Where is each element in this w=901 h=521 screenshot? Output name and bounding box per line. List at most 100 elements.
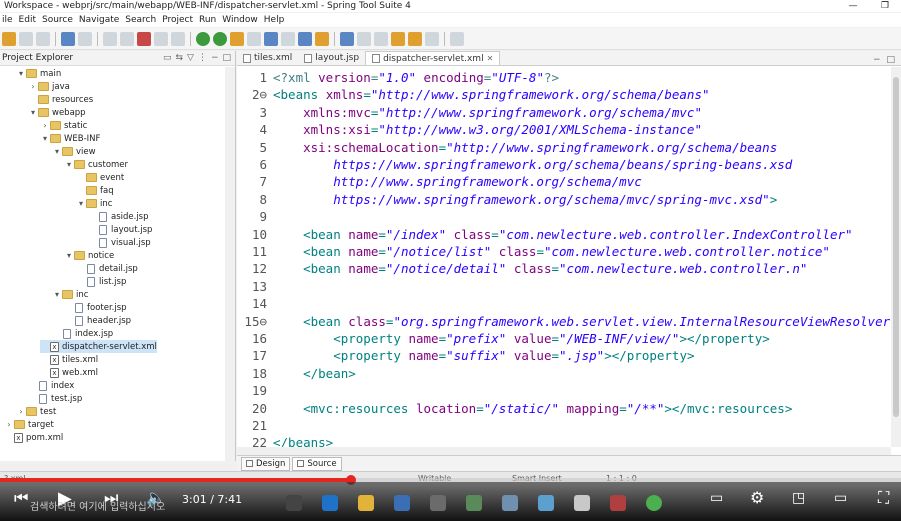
tree-item[interactable]: header.jsp: [64, 314, 131, 327]
tree-item[interactable]: › java: [28, 80, 69, 93]
taskbar-app-icon[interactable]: [502, 495, 518, 511]
globe-icon[interactable]: [340, 31, 354, 46]
run-icon[interactable]: [213, 31, 227, 46]
tree-item[interactable]: ▾ inc: [52, 288, 88, 301]
tree-item[interactable]: resources: [28, 93, 93, 106]
tree-item[interactable]: ▾ view: [52, 145, 96, 158]
explorer-vertical-scrollbar[interactable]: [225, 67, 235, 461]
fullscreen-icon[interactable]: ⛶: [878, 488, 889, 508]
code-line[interactable]: <bean class="org.springframework.web.ser…: [273, 313, 891, 330]
tree-item[interactable]: layout.jsp: [88, 223, 152, 236]
theater-mode-icon[interactable]: ▭: [834, 490, 847, 506]
menu-source[interactable]: Source: [42, 15, 79, 25]
spring-tool-suite-icon[interactable]: [646, 495, 662, 511]
expanded-arrow-icon[interactable]: ▾: [40, 134, 50, 143]
taskbar-app-icon[interactable]: [430, 495, 446, 511]
file-explorer-icon[interactable]: [358, 495, 374, 511]
tree-item[interactable]: x web.xml: [40, 366, 98, 379]
settings-gear-icon[interactable]: ⚙: [750, 488, 764, 507]
tree-item[interactable]: detail.jsp: [76, 262, 138, 275]
subtitles-icon[interactable]: ▭: [710, 490, 723, 506]
collapsed-arrow-icon[interactable]: ›: [40, 121, 50, 130]
tab-design[interactable]: Design: [241, 456, 291, 471]
new-icon[interactable]: [2, 31, 16, 46]
open-perspective-icon[interactable]: [450, 31, 464, 46]
store-icon[interactable]: [394, 495, 410, 511]
taskbar-app-icon[interactable]: [538, 495, 554, 511]
expanded-arrow-icon[interactable]: ▾: [28, 108, 38, 117]
tree-item[interactable]: ▾ inc: [76, 197, 112, 210]
tree-item[interactable]: ▾ customer: [64, 158, 128, 171]
tree-item[interactable]: index.jsp: [52, 327, 113, 340]
new-class-icon[interactable]: [264, 31, 278, 46]
filter-icon[interactable]: ▽: [187, 53, 194, 63]
code-line[interactable]: <?xml version="1.0" encoding="UTF-8"?>: [273, 69, 559, 86]
code-editor[interactable]: 1 2⊖ 3 4 5 6 7 8 9 10 11 12 13 14 15⊖ 16 17 18 19 20 21 22 <?…: [237, 67, 891, 447]
expanded-arrow-icon[interactable]: ▾: [76, 199, 86, 208]
external-tools-icon[interactable]: [247, 31, 261, 46]
expanded-arrow-icon[interactable]: ▾: [64, 251, 74, 260]
tab-dispatcher-servlet-xml[interactable]: dispatcher-servlet.xml ✕: [365, 51, 501, 65]
code-line[interactable]: <bean name="/index" class="com.newlectur…: [273, 226, 852, 243]
editor-vertical-scrollbar[interactable]: [891, 67, 901, 447]
tree-item[interactable]: x dispatcher-servlet.xml: [40, 340, 157, 353]
maximize-editor-icon[interactable]: □: [886, 55, 895, 65]
tree-item[interactable]: footer.jsp: [64, 301, 127, 314]
search-icon[interactable]: [315, 31, 329, 46]
expanded-arrow-icon[interactable]: ▾: [16, 69, 26, 78]
forward-icon[interactable]: [408, 31, 422, 46]
edge-icon[interactable]: [322, 495, 338, 511]
code-line[interactable]: http://www.springframework.org/schema/mv…: [273, 173, 642, 190]
menu-search[interactable]: Search: [125, 15, 162, 25]
tab-layout-jsp[interactable]: layout.jsp: [298, 51, 365, 65]
menu-edit[interactable]: Edit: [19, 15, 42, 25]
menu-project[interactable]: Project: [162, 15, 199, 25]
console-icon[interactable]: [61, 31, 75, 46]
tree-item[interactable]: faq: [76, 184, 114, 197]
open-type-icon[interactable]: [298, 31, 312, 46]
collapsed-arrow-icon[interactable]: ›: [16, 407, 26, 416]
code-line[interactable]: <property name="suffix" value=".jsp"></p…: [273, 347, 694, 364]
tree-item[interactable]: › test: [16, 405, 56, 418]
code-line[interactable]: xmlns:mvc="http://www.springframework.or…: [273, 104, 702, 121]
editor-horizontal-scrollbar[interactable]: [237, 447, 891, 455]
tree-item[interactable]: list.jsp: [76, 275, 126, 288]
restore-button[interactable]: ❐: [869, 0, 901, 12]
tree-item[interactable]: test.jsp: [28, 392, 82, 405]
terminal-icon[interactable]: [78, 31, 92, 46]
miniplayer-icon[interactable]: ◳: [792, 490, 805, 506]
tree-item[interactable]: ▾ notice: [64, 249, 114, 262]
code-line[interactable]: https://www.springframework.org/schema/b…: [273, 156, 792, 173]
link-editor-icon[interactable]: ⇆: [175, 53, 183, 63]
tree-item[interactable]: aside.jsp: [88, 210, 149, 223]
tree-item[interactable]: event: [76, 171, 124, 184]
close-icon[interactable]: ✕: [487, 54, 494, 63]
code-line[interactable]: <bean name="/notice/detail" class="com.n…: [273, 260, 807, 277]
terminate-icon[interactable]: [137, 31, 151, 46]
menu-window[interactable]: Window: [222, 15, 264, 25]
suspend-icon[interactable]: [120, 31, 134, 46]
scrollbar-thumb[interactable]: [893, 77, 899, 417]
minimize-editor-icon[interactable]: −: [873, 55, 881, 65]
collapsed-arrow-icon[interactable]: ›: [4, 420, 14, 429]
previous-icon[interactable]: ⏮: [14, 488, 28, 508]
maximize-view-icon[interactable]: □: [222, 53, 231, 63]
new-package-icon[interactable]: [281, 31, 295, 46]
pin-icon[interactable]: [374, 31, 388, 46]
resume-icon[interactable]: [103, 31, 117, 46]
tree-item[interactable]: › static: [40, 119, 87, 132]
tab-source[interactable]: Source: [292, 456, 342, 471]
expanded-arrow-icon[interactable]: ▾: [52, 290, 62, 299]
tree-item[interactable]: index: [28, 379, 74, 392]
annotation-icon[interactable]: [357, 31, 371, 46]
boot-dashboard-icon[interactable]: [196, 31, 210, 46]
back-icon[interactable]: [391, 31, 405, 46]
code-line[interactable]: <beans xmlns="http://www.springframework…: [273, 86, 710, 103]
tree-item[interactable]: visual.jsp: [88, 236, 151, 249]
save-icon[interactable]: [19, 31, 33, 46]
save-all-icon[interactable]: [36, 31, 50, 46]
taskbar-app-icon[interactable]: [610, 495, 626, 511]
code-line[interactable]: xsi:schemaLocation="http://www.springfra…: [273, 139, 777, 156]
collapse-all-icon[interactable]: ▭: [163, 53, 172, 63]
tree-item[interactable]: ▾ webapp: [28, 106, 86, 119]
